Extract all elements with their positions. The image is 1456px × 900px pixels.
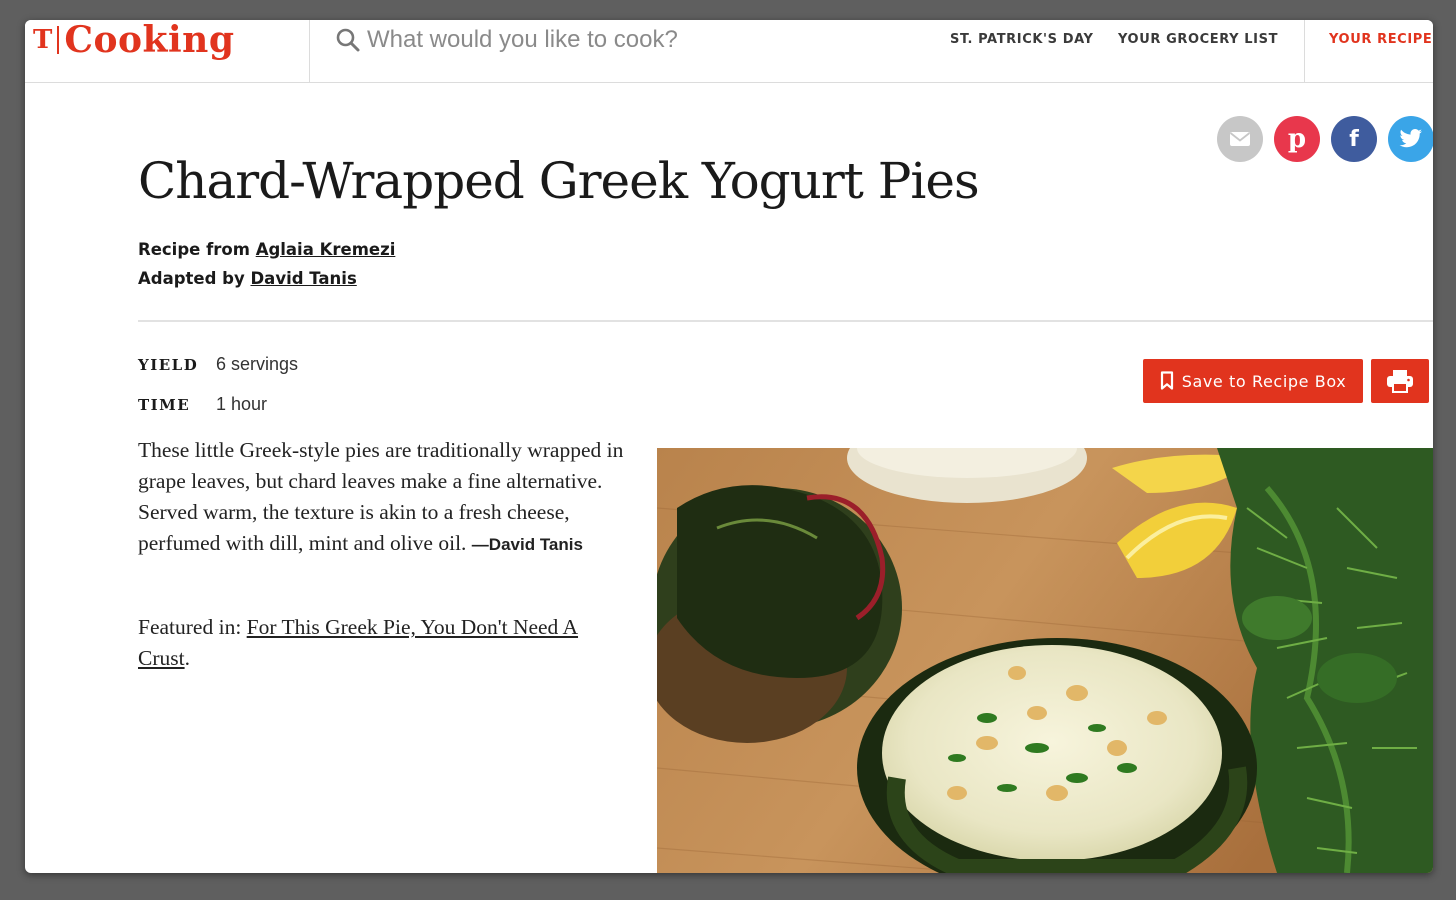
share-facebook-button[interactable]: f	[1331, 116, 1377, 162]
recipe-from-label: Recipe from	[138, 240, 250, 259]
search-input[interactable]: What would you like to cook?	[367, 26, 678, 54]
recipe-photo-image	[657, 448, 1433, 873]
featured-end: .	[184, 646, 190, 670]
save-button-label: Save to Recipe Box	[1181, 371, 1347, 391]
share-email-button[interactable]	[1217, 116, 1263, 162]
recipe-from-line: Recipe from Aglaia Kremezi	[138, 240, 395, 259]
featured-label: Featured in:	[138, 615, 242, 639]
search-bar[interactable]: What would you like to cook?	[335, 24, 678, 56]
printer-icon	[1387, 370, 1413, 393]
logo-divider	[57, 26, 60, 54]
save-to-recipe-box-button[interactable]: Save to Recipe Box	[1143, 359, 1363, 403]
envelope-icon	[1229, 132, 1251, 146]
featured-in: Featured in: For This Greek Pie, You Don…	[138, 612, 628, 674]
share-pinterest-button[interactable]: p	[1274, 116, 1320, 162]
adapted-by-line: Adapted by David Tanis	[138, 269, 357, 288]
logo-wordmark: Cooking	[64, 20, 235, 61]
recipe-photo	[657, 448, 1433, 873]
nav-st-patricks-day[interactable]: ST. PATRICK'S DAY	[950, 32, 1094, 47]
recipe-title: Chard-Wrapped Greek Yogurt Pies	[138, 152, 980, 210]
browser-page: T Cooking What would you like to cook? S…	[25, 20, 1433, 873]
yield-label: YIELD	[138, 356, 199, 374]
print-button[interactable]	[1371, 359, 1429, 403]
nyt-cooking-logo[interactable]: T Cooking	[33, 20, 235, 60]
share-twitter-button[interactable]	[1388, 116, 1433, 162]
section-divider	[138, 320, 1433, 322]
nav-grocery-list[interactable]: YOUR GROCERY LIST	[1118, 32, 1278, 47]
site-header: T Cooking What would you like to cook? S…	[25, 20, 1433, 83]
pinterest-icon: p	[1287, 124, 1307, 154]
time-value: 1 hour	[216, 394, 268, 414]
description-author: —David Tanis	[471, 535, 583, 554]
twitter-bird-icon	[1399, 129, 1422, 148]
search-icon	[336, 28, 360, 52]
recipe-author-link[interactable]: Aglaia Kremezi	[256, 240, 396, 259]
nyt-t-logo-icon: T	[33, 25, 53, 55]
recipe-description: These little Greek-style pies are tradit…	[138, 435, 628, 560]
header-divider	[1304, 20, 1305, 82]
nav-your-recipe-box[interactable]: YOUR RECIPE	[1329, 32, 1432, 47]
adapter-author-link[interactable]: David Tanis	[250, 269, 356, 288]
facebook-icon: f	[1349, 126, 1359, 152]
time-label: TIME	[138, 396, 191, 414]
header-divider	[309, 20, 310, 82]
yield-value: 6 servings	[216, 354, 299, 374]
adapted-by-label: Adapted by	[138, 269, 245, 288]
bookmark-icon	[1160, 371, 1173, 390]
